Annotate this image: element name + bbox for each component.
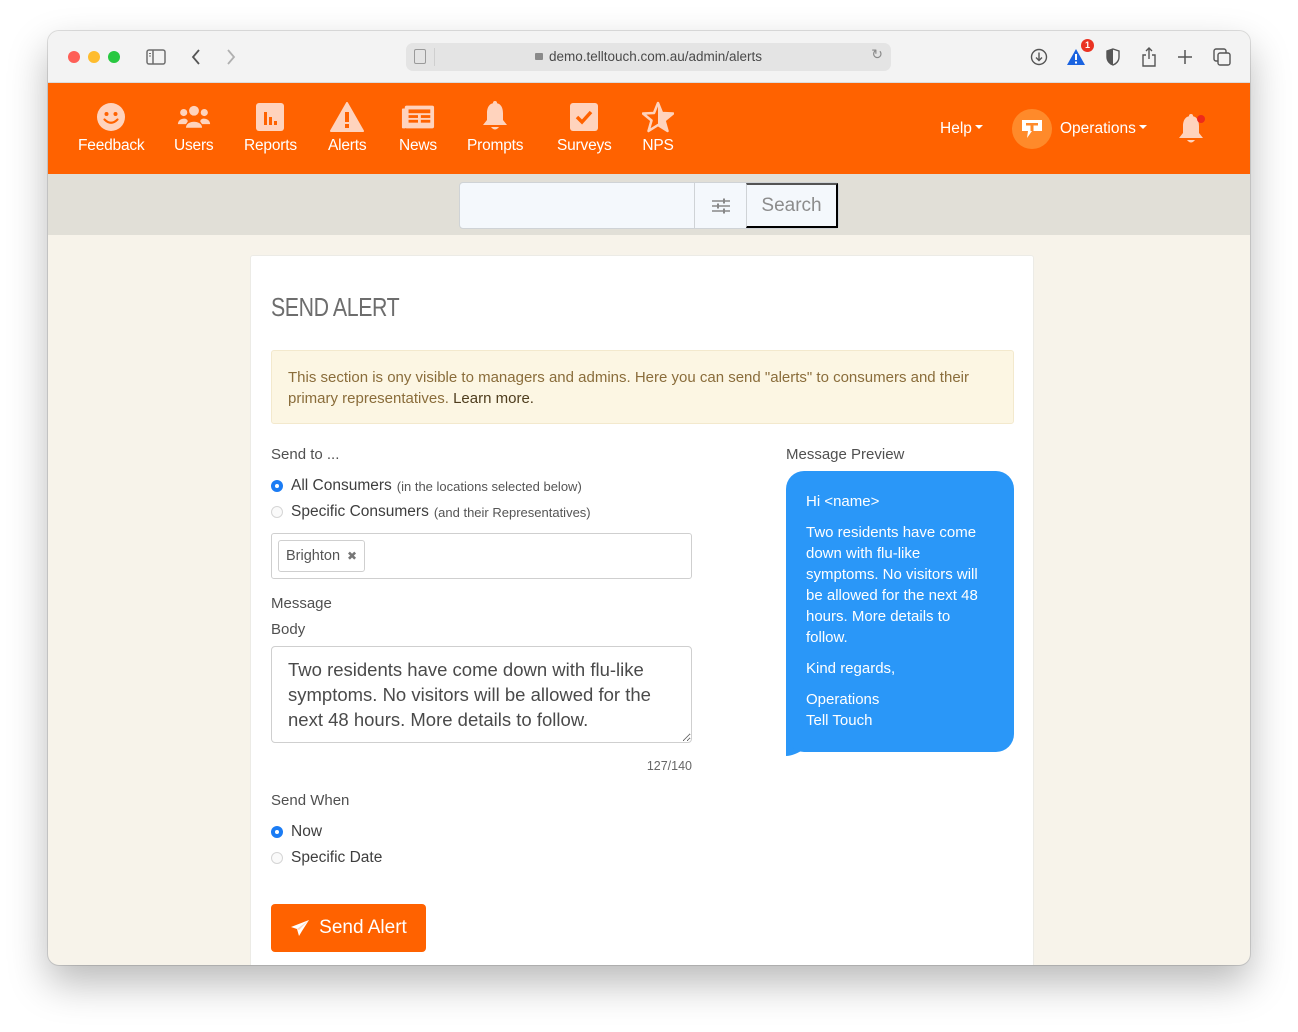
search-group: Search xyxy=(459,182,839,229)
send-alert-label: Send Alert xyxy=(319,917,407,938)
nav-item-prompts[interactable]: Prompts xyxy=(467,101,524,155)
learn-more-link[interactable]: Learn more. xyxy=(453,390,534,407)
send-when-label: Send When xyxy=(271,792,350,809)
radio-specific-consumers[interactable]: Specific Consumers (and their Representa… xyxy=(271,503,591,521)
radio-button-checked[interactable] xyxy=(271,480,283,492)
info-notice: This section is ony visible to managers … xyxy=(271,350,1014,424)
download-icon[interactable] xyxy=(1027,45,1051,69)
back-icon[interactable] xyxy=(184,45,208,69)
new-tab-icon[interactable] xyxy=(1173,45,1197,69)
nav-item-news[interactable]: News xyxy=(399,101,437,155)
location-tag-label: Brighton xyxy=(286,548,341,564)
info-text: This section is ony visible to managers … xyxy=(288,369,969,407)
nav-label: Users xyxy=(174,137,214,154)
nav-label: Prompts xyxy=(467,137,524,154)
search-input[interactable] xyxy=(460,183,694,228)
send-alert-card: SEND ALERT This section is ony visible t… xyxy=(250,255,1034,965)
bar-chart-icon xyxy=(253,101,287,133)
help-label: Help xyxy=(940,119,972,137)
minimize-window-button[interactable] xyxy=(88,51,100,63)
nav-item-alerts[interactable]: Alerts xyxy=(328,101,367,155)
tabs-overview-icon[interactable] xyxy=(1210,45,1234,69)
account-menu[interactable]: Operations xyxy=(1012,83,1147,174)
message-preview-label: Message Preview xyxy=(786,446,905,463)
lock-icon xyxy=(534,53,543,60)
warning-icon xyxy=(330,101,365,133)
body-label: Body xyxy=(271,621,306,638)
search-bar-area: Search xyxy=(48,174,1250,235)
telltouch-logo-icon xyxy=(1012,108,1052,149)
radio-label: Specific Date xyxy=(291,849,383,866)
radio-label: Specific Consumers xyxy=(291,503,429,520)
main-nav: Feedback Users Reports Alerts News Promp… xyxy=(48,83,1250,174)
checkbox-icon xyxy=(567,101,601,133)
message-preview-bubble: Hi <name> Two residents have come down w… xyxy=(786,471,1014,752)
caret-down-icon xyxy=(974,124,983,129)
caret-down-icon xyxy=(1138,124,1147,129)
radio-button[interactable] xyxy=(271,506,283,518)
newspaper-icon xyxy=(401,101,435,133)
radio-hint: (and their Representatives) xyxy=(433,504,591,520)
character-counter: 127/140 xyxy=(646,759,692,773)
warning-icon[interactable]: 1 xyxy=(1064,39,1094,69)
warning-badge: 1 xyxy=(1081,39,1094,52)
star-icon xyxy=(641,101,675,133)
radio-hint: (in the locations selected below) xyxy=(396,478,582,494)
users-icon xyxy=(177,101,211,133)
message-body-textarea[interactable]: Two residents have come down with flu-li… xyxy=(271,646,692,743)
radio-label: All Consumers xyxy=(291,477,392,494)
forward-icon[interactable] xyxy=(219,45,243,69)
url-text: demo.telltouch.com.au/admin/alerts xyxy=(548,49,763,64)
nav-label: Surveys xyxy=(557,137,612,154)
nav-label: Reports xyxy=(244,137,297,154)
account-label: Operations xyxy=(1060,119,1136,137)
nav-item-surveys[interactable]: Surveys xyxy=(557,101,612,155)
help-menu[interactable]: Help xyxy=(940,83,983,174)
nav-label: Alerts xyxy=(328,137,367,154)
notification-bell-icon xyxy=(1179,113,1205,142)
preview-greeting: Hi <name> xyxy=(806,493,880,510)
nav-item-nps[interactable]: NPS xyxy=(641,101,675,155)
nav-label: NPS xyxy=(642,137,674,154)
address-bar[interactable]: demo.telltouch.com.au/admin/alerts ↻ xyxy=(406,43,891,71)
radio-button-checked[interactable] xyxy=(271,826,283,838)
bell-icon xyxy=(478,101,512,133)
nav-item-feedback[interactable]: Feedback xyxy=(78,101,145,155)
search-button[interactable]: Search xyxy=(746,183,838,228)
notifications-button[interactable] xyxy=(1176,83,1208,174)
zoom-window-button[interactable] xyxy=(108,51,120,63)
radio-all-consumers[interactable]: All Consumers (in the locations selected… xyxy=(271,477,582,495)
sliders-icon xyxy=(711,198,730,213)
filter-button[interactable] xyxy=(694,183,746,228)
sidebar-icon[interactable] xyxy=(144,45,168,69)
send-to-label: Send to ... xyxy=(271,446,340,463)
reload-icon[interactable]: ↻ xyxy=(871,47,883,63)
preview-closing: Kind regards, xyxy=(806,660,896,677)
shield-icon[interactable] xyxy=(1101,45,1125,69)
location-tag: Brighton ✖ xyxy=(278,540,366,572)
browser-window: demo.telltouch.com.au/admin/alerts ↻ 1 F… xyxy=(48,31,1250,965)
close-window-button[interactable] xyxy=(68,51,80,63)
nav-item-users[interactable]: Users xyxy=(174,101,214,155)
radio-send-now[interactable]: Now xyxy=(271,823,322,841)
remove-tag-icon[interactable]: ✖ xyxy=(347,549,357,563)
smiley-icon xyxy=(94,101,128,133)
paper-plane-icon xyxy=(291,920,310,936)
preview-signature-line1: Operations xyxy=(806,691,880,708)
radio-button[interactable] xyxy=(271,852,283,864)
preview-body: Two residents have come down with flu-li… xyxy=(806,524,978,646)
nav-label: News xyxy=(399,137,437,154)
send-alert-button[interactable]: Send Alert xyxy=(271,904,426,952)
message-section-label: Message xyxy=(271,595,332,612)
browser-toolbar: demo.telltouch.com.au/admin/alerts ↻ 1 xyxy=(48,31,1250,83)
locations-select[interactable]: Brighton ✖ xyxy=(271,533,692,579)
nav-label: Feedback xyxy=(78,137,145,154)
preview-signature-line2: Tell Touch xyxy=(806,712,873,729)
radio-specific-date[interactable]: Specific Date xyxy=(271,849,382,867)
share-icon[interactable] xyxy=(1137,45,1161,69)
nav-item-reports[interactable]: Reports xyxy=(244,101,297,155)
page-title: SEND ALERT xyxy=(271,292,400,322)
radio-label: Now xyxy=(291,823,323,840)
